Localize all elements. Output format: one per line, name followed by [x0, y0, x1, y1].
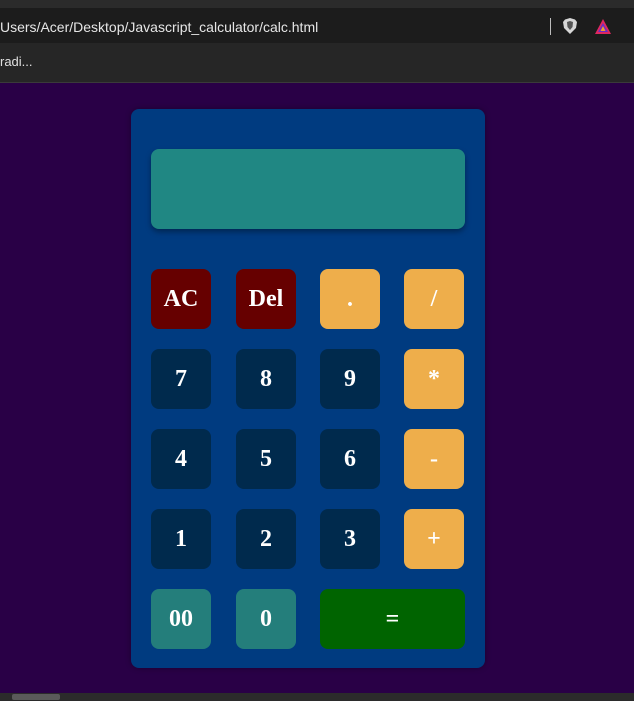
digit-2-button[interactable]: 2: [236, 509, 296, 569]
digit-8-button[interactable]: 8: [236, 349, 296, 409]
digit-0-button[interactable]: 0: [236, 589, 296, 649]
window-top-edge: [0, 0, 634, 8]
digit-6-button[interactable]: 6: [320, 429, 380, 489]
digit-9-button[interactable]: 9: [320, 349, 380, 409]
horizontal-scrollbar[interactable]: [0, 693, 634, 701]
multiply-button[interactable]: *: [404, 349, 464, 409]
digit-1-button[interactable]: 1: [151, 509, 211, 569]
equals-button[interactable]: =: [320, 589, 465, 649]
bookmark-item[interactable]: radi...: [0, 54, 33, 69]
address-bar: Users/Acer/Desktop/Javascript_calculator…: [0, 8, 634, 43]
double-zero-button[interactable]: 00: [151, 589, 211, 649]
digit-5-button[interactable]: 5: [236, 429, 296, 489]
brave-shield-icon[interactable]: [561, 17, 579, 35]
all-clear-button[interactable]: AC: [151, 269, 211, 329]
subtract-button[interactable]: -: [404, 429, 464, 489]
digit-3-button[interactable]: 3: [320, 509, 380, 569]
digit-4-button[interactable]: 4: [151, 429, 211, 489]
calculator: AC Del . / 7 8 9 * 4 5 6 - 1 2 3 + 00 0 …: [131, 109, 485, 668]
scrollbar-thumb[interactable]: [12, 694, 60, 700]
calculator-display: [151, 149, 465, 229]
add-button[interactable]: +: [404, 509, 464, 569]
delete-button[interactable]: Del: [236, 269, 296, 329]
url-text[interactable]: Users/Acer/Desktop/Javascript_calculator…: [0, 19, 318, 35]
decimal-button[interactable]: .: [320, 269, 380, 329]
brave-rewards-icon[interactable]: [594, 18, 612, 35]
address-bar-divider: [550, 18, 551, 35]
digit-7-button[interactable]: 7: [151, 349, 211, 409]
bookmarks-bar: radi...: [0, 43, 634, 83]
divide-button[interactable]: /: [404, 269, 464, 329]
